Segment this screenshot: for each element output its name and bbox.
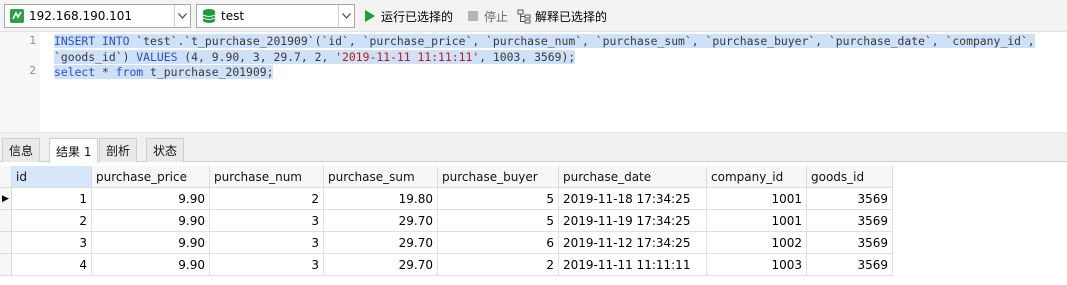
table-cell[interactable]: 29.70 bbox=[324, 254, 438, 276]
table-cell[interactable]: 2 bbox=[210, 188, 324, 210]
explain-selected-button[interactable]: 解释已选择的 bbox=[516, 6, 607, 26]
tab-result-1[interactable]: 结果 1 bbox=[49, 138, 99, 163]
table-cell[interactable]: 1001 bbox=[707, 210, 807, 232]
sql-text: `test`.`t_purchase_201909`(`id`, `purcha… bbox=[129, 34, 1035, 48]
column-header-company-id[interactable]: company_id bbox=[707, 166, 807, 188]
table-cell[interactable]: 19.80 bbox=[324, 188, 438, 210]
result-tabs: 信息 结果 1 剖析 状态 bbox=[0, 136, 1067, 163]
table-cell[interactable]: 29.70 bbox=[324, 210, 438, 232]
table-cell[interactable]: 6 bbox=[438, 232, 559, 254]
tab-profile[interactable]: 剖析 bbox=[99, 138, 138, 162]
table-cell[interactable]: 29.70 bbox=[324, 232, 438, 254]
chevron-down-icon[interactable] bbox=[338, 5, 354, 27]
run-icon bbox=[362, 8, 378, 24]
column-header-purchase-sum[interactable]: purchase_sum bbox=[324, 166, 438, 188]
table-cell[interactable]: 9.90 bbox=[92, 210, 210, 232]
table-cell[interactable]: 9.90 bbox=[92, 188, 210, 210]
sql-text: * bbox=[95, 65, 116, 79]
code-line: select * from t_purchase_201909; bbox=[54, 64, 274, 80]
row-selector[interactable]: ▶ bbox=[0, 188, 12, 210]
run-selected-label: 运行已选择的 bbox=[381, 9, 454, 24]
line-number: 1 bbox=[29, 34, 36, 47]
database-label: test bbox=[221, 9, 245, 23]
table-cell[interactable]: 4 bbox=[12, 254, 92, 276]
stop-button[interactable]: 停止 bbox=[465, 6, 508, 26]
connection-label: 192.168.190.101 bbox=[29, 9, 133, 23]
table-cell[interactable]: 3569 bbox=[807, 210, 893, 232]
table-cell[interactable]: 9.90 bbox=[92, 254, 210, 276]
toolbar: 192.168.190.101 test 运行已选择的 停止 解释已选择的 bbox=[0, 0, 1067, 32]
table-cell[interactable]: 1 bbox=[12, 188, 92, 210]
table-cell[interactable]: 2019-11-18 17:34:25 bbox=[559, 188, 707, 210]
run-selected-button[interactable]: 运行已选择的 bbox=[362, 6, 453, 26]
explain-selected-label: 解释已选择的 bbox=[535, 9, 608, 24]
connection-select[interactable]: 192.168.190.101 bbox=[4, 4, 191, 28]
sql-keyword: INSERT INTO bbox=[54, 34, 130, 48]
sql-string: '2019-11-11 11:11:11' bbox=[335, 50, 480, 64]
table-cell[interactable]: 1002 bbox=[707, 232, 807, 254]
table-cell[interactable]: 3 bbox=[210, 210, 324, 232]
grid-corner bbox=[0, 166, 12, 188]
sql-text: `goods_id`) bbox=[54, 50, 137, 64]
table-cell[interactable]: 3 bbox=[210, 232, 324, 254]
sql-keyword: select bbox=[54, 65, 96, 79]
sql-editor[interactable]: 1 2 INSERT INTO `test`.`t_purchase_20190… bbox=[0, 32, 1067, 132]
table-cell[interactable]: 3 bbox=[12, 232, 92, 254]
row-selector[interactable] bbox=[0, 232, 12, 254]
sql-text: , 1003, 3569); bbox=[479, 50, 576, 64]
sql-text: (4, 9.90, 3, 29.7, 2, bbox=[177, 50, 336, 64]
column-header-purchase-buyer[interactable]: purchase_buyer bbox=[438, 166, 559, 188]
row-selector[interactable] bbox=[0, 210, 12, 232]
table-cell[interactable]: 2 bbox=[438, 254, 559, 276]
table-cell[interactable]: 5 bbox=[438, 210, 559, 232]
table-cell[interactable]: 2019-11-19 17:34:25 bbox=[559, 210, 707, 232]
table-cell[interactable]: 9.90 bbox=[92, 232, 210, 254]
table-cell[interactable]: 2 bbox=[12, 210, 92, 232]
result-grid[interactable]: id purchase_price purchase_num purchase_… bbox=[0, 163, 1067, 285]
table-cell[interactable]: 3 bbox=[210, 254, 324, 276]
column-header-purchase-date[interactable]: purchase_date bbox=[559, 166, 707, 188]
column-header-goods-id[interactable]: goods_id bbox=[807, 166, 893, 188]
tab-status[interactable]: 状态 bbox=[146, 138, 185, 162]
current-row-marker-icon: ▶ bbox=[2, 193, 9, 204]
table-cell[interactable]: 2019-11-11 11:11:11 bbox=[559, 254, 707, 276]
connection-icon bbox=[10, 9, 24, 23]
database-icon bbox=[202, 9, 216, 23]
sql-keyword: VALUES bbox=[136, 50, 178, 64]
stop-icon bbox=[465, 8, 481, 24]
table-cell[interactable]: 5 bbox=[438, 188, 559, 210]
line-number-gutter: 1 2 bbox=[0, 32, 40, 132]
table-cell[interactable]: 1003 bbox=[707, 254, 807, 276]
stop-label: 停止 bbox=[484, 9, 509, 24]
database-select[interactable]: test bbox=[196, 4, 355, 28]
explain-icon bbox=[516, 8, 532, 24]
table-cell[interactable]: 1001 bbox=[707, 188, 807, 210]
sql-text: t_purchase_201909; bbox=[143, 65, 274, 79]
table-cell[interactable]: 3569 bbox=[807, 254, 893, 276]
sql-keyword: from bbox=[115, 65, 144, 79]
line-number: 2 bbox=[29, 64, 36, 77]
table-cell[interactable]: 2019-11-12 17:34:25 bbox=[559, 232, 707, 254]
column-header-purchase-price[interactable]: purchase_price bbox=[92, 166, 210, 188]
table-cell[interactable]: 3569 bbox=[807, 188, 893, 210]
column-header-id[interactable]: id bbox=[12, 166, 92, 188]
chevron-down-icon[interactable] bbox=[174, 5, 190, 27]
code-line: `goods_id`) VALUES (4, 9.90, 3, 29.7, 2,… bbox=[54, 49, 576, 65]
code-line: INSERT INTO `test`.`t_purchase_201909`(`… bbox=[54, 33, 1035, 49]
column-header-purchase-num[interactable]: purchase_num bbox=[210, 166, 324, 188]
tab-info[interactable]: 信息 bbox=[2, 138, 41, 162]
table-cell[interactable]: 3569 bbox=[807, 232, 893, 254]
row-selector[interactable] bbox=[0, 254, 12, 276]
